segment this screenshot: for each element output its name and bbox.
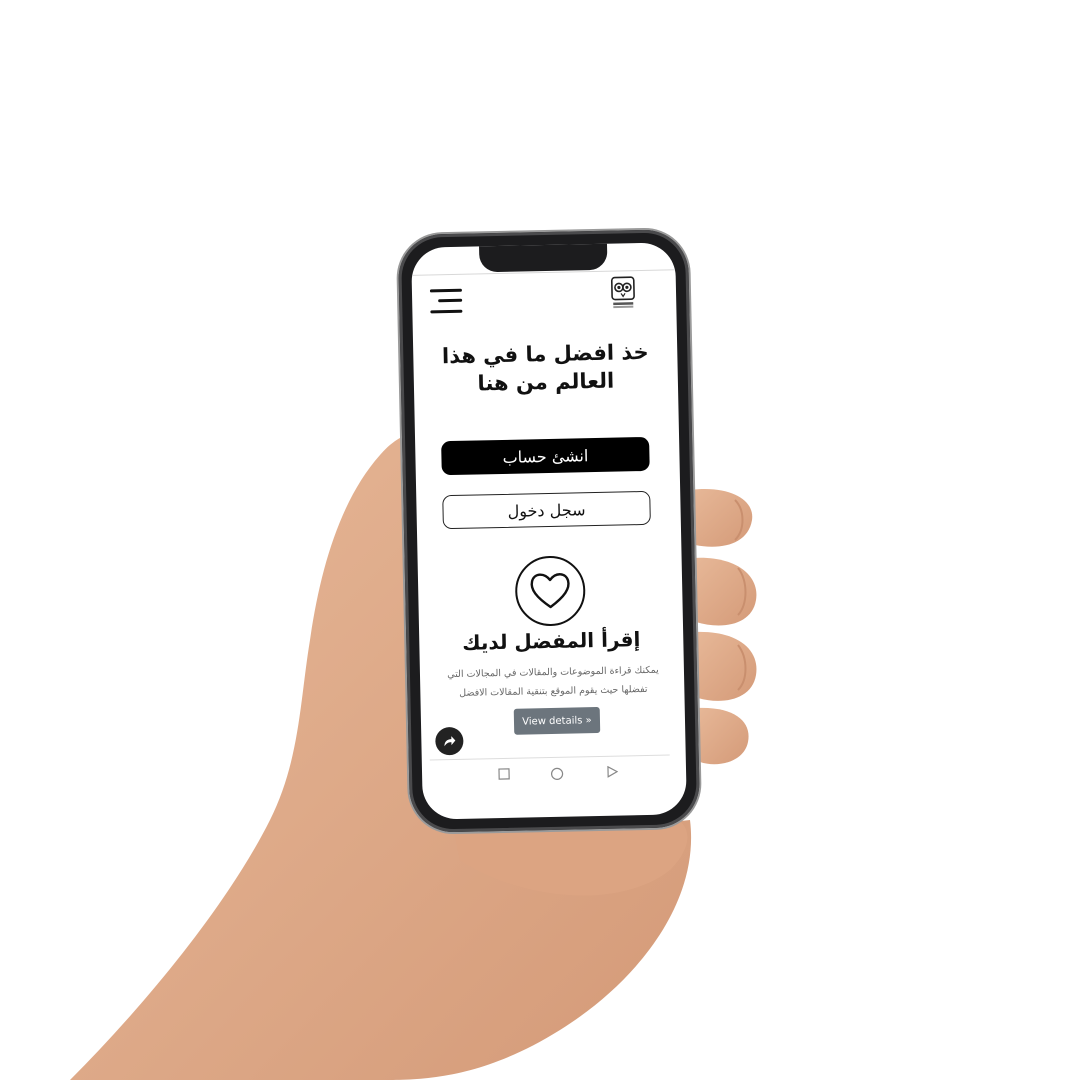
hero-headline: خذ افضل ما في هذا العالم من هنا: [441, 339, 649, 396]
share-icon[interactable]: [435, 726, 464, 756]
owl-logo-icon[interactable]: [610, 275, 637, 310]
login-button[interactable]: سجل دخول: [442, 490, 651, 530]
triangle-back-icon[interactable]: [606, 765, 619, 778]
phone-notch: [478, 242, 608, 273]
section-description: يمكنك قراءة الموضوعات والمقالات في المجا…: [447, 664, 659, 699]
view-details-button[interactable]: View details »: [513, 706, 601, 735]
hamburger-menu-icon[interactable]: [428, 287, 463, 316]
create-account-button[interactable]: انشئ حساب: [441, 436, 650, 476]
circle-home-icon[interactable]: [550, 767, 564, 781]
android-navigation-bar: [422, 760, 686, 790]
navigation-divider: [429, 754, 670, 761]
square-recent-icon[interactable]: [498, 768, 510, 780]
smartphone: خذ افضل ما في هذا العالم من هنا انشئ حسا…: [397, 229, 701, 833]
phone-screen: خذ افضل ما في هذا العالم من هنا انشئ حسا…: [411, 242, 687, 820]
heart-icon: [515, 555, 586, 626]
section-title: إقرأ المفضل لديك: [462, 627, 641, 655]
photo-scene: خذ افضل ما في هذا العالم من هنا انشئ حسا…: [0, 0, 1080, 1080]
